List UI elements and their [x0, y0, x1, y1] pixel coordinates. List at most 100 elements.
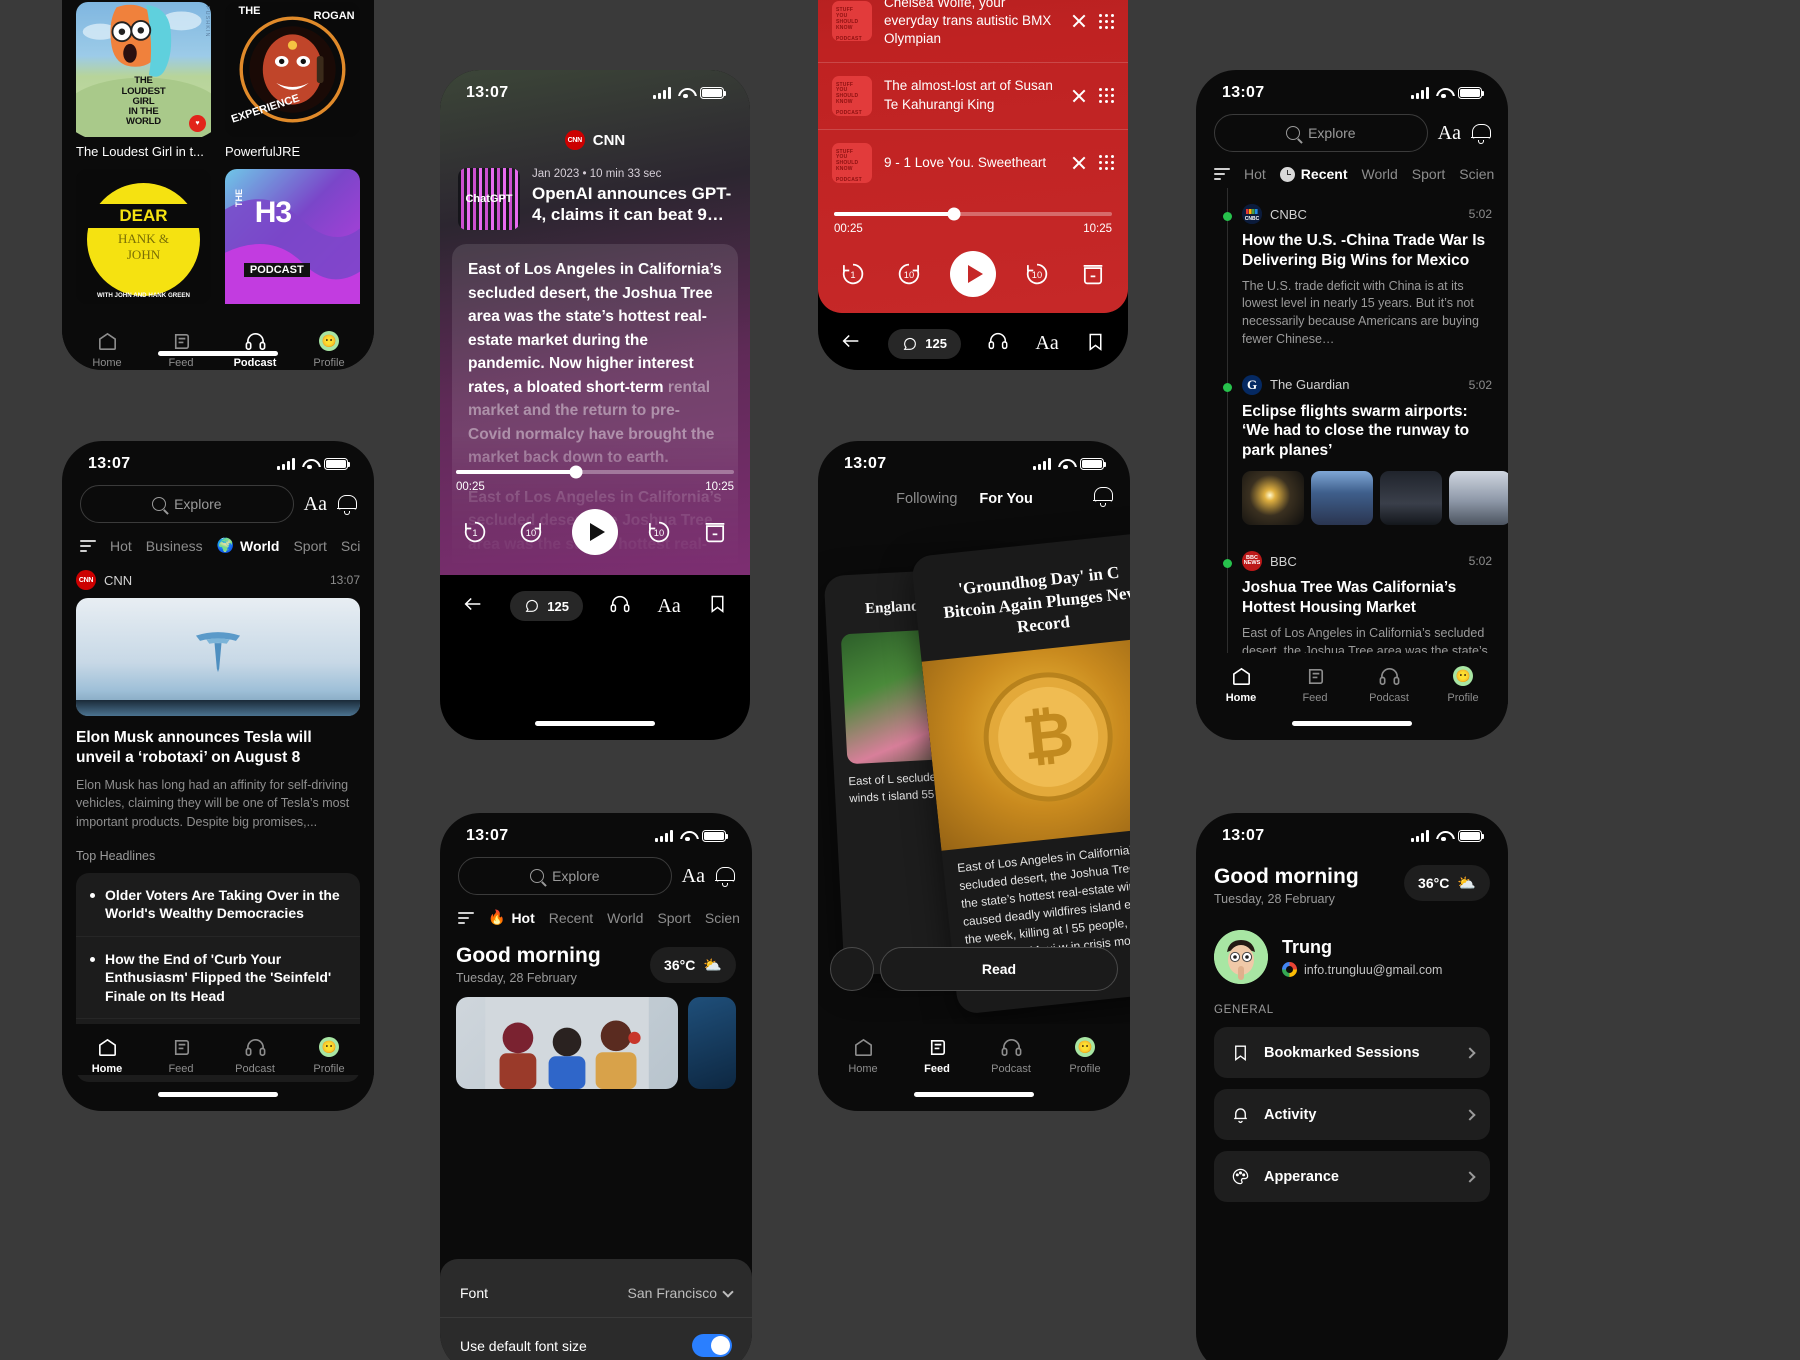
tab-science[interactable]: Scien: [705, 910, 740, 926]
rewind-10-icon[interactable]: 10: [894, 259, 924, 289]
bell-icon[interactable]: [1093, 486, 1113, 507]
tab-hot[interactable]: Hot: [511, 910, 534, 926]
tab-recent[interactable]: Recent: [549, 910, 593, 926]
tab-profile[interactable]: 😶 Profile: [1050, 1036, 1120, 1075]
queue-item[interactable]: STUFF YOU SHOULD KNOW PODCAST The almost-lo…: [818, 61, 1128, 129]
drag-handle-icon[interactable]: [1099, 88, 1114, 104]
settings-row-bookmarked-sessions[interactable]: Bookmarked Sessions: [1214, 1027, 1490, 1078]
podcast-card[interactable]: THE H3 PODCAST: [225, 169, 360, 304]
close-icon[interactable]: [1071, 155, 1087, 171]
replay-icon[interactable]: 1: [460, 517, 490, 547]
user-card[interactable]: Trung info.trungluu@gmail.com: [1196, 906, 1508, 984]
close-icon[interactable]: [1071, 88, 1087, 104]
tab-podcast[interactable]: Podcast: [220, 330, 290, 369]
drag-handle-icon[interactable]: [1099, 13, 1114, 29]
font-size-icon[interactable]: Aa: [1438, 122, 1461, 145]
back-arrow-icon[interactable]: [462, 593, 484, 620]
tab-podcast[interactable]: Podcast: [976, 1036, 1046, 1075]
news-thumbnail[interactable]: [1242, 471, 1304, 526]
tab-home[interactable]: Home: [828, 1036, 898, 1075]
comment-count-pill[interactable]: 125: [510, 591, 583, 621]
tab-for-you[interactable]: For You: [979, 491, 1032, 507]
podcast-card[interactable]: THE ROGAN EXPERIENCE PowerfulJRE: [225, 2, 360, 159]
font-size-icon[interactable]: Aa: [657, 595, 680, 618]
queue-item[interactable]: STUFF YOU SHOULD KNOW PODCAST 9 - 1 Love Yo…: [818, 128, 1128, 196]
tab-world[interactable]: World: [240, 538, 279, 554]
queue-item[interactable]: STUFF YOU SHOULD KNOW PODCAST Chelsea Wolfe…: [818, 0, 1128, 62]
tab-profile[interactable]: 😶 Profile: [294, 1036, 364, 1075]
forward-10-icon[interactable]: 10: [644, 517, 674, 547]
headline-row[interactable]: How the End of 'Curb Your Enthusiasm' Fl…: [76, 937, 360, 1019]
weather-pill[interactable]: 36°C ⛅: [1404, 865, 1490, 901]
podcast-card[interactable]: THE LOUDEST GIRL IN THE WORLD ♥ PUSHKIN The …: [76, 2, 211, 159]
tab-home[interactable]: Home: [72, 330, 142, 369]
weather-pill[interactable]: 36°C ⛅: [650, 946, 736, 983]
headphones-icon[interactable]: [609, 593, 631, 620]
news-thumbnail[interactable]: [1449, 471, 1508, 526]
tab-feed[interactable]: Feed: [1280, 665, 1350, 704]
bell-icon[interactable]: [337, 494, 357, 515]
story-card-image[interactable]: [688, 997, 736, 1089]
search-input[interactable]: Explore: [1214, 114, 1428, 152]
read-button[interactable]: Read: [880, 947, 1118, 991]
news-list-item[interactable]: G The Guardian 5:02 Eclipse flights swar…: [1196, 363, 1508, 539]
tab-feed[interactable]: Feed: [902, 1036, 972, 1075]
tab-recent[interactable]: Recent: [1301, 166, 1348, 182]
news-list-item[interactable]: CNBC CNBC 5:02 How the U.S.﻿ -China Trad…: [1196, 192, 1508, 363]
settings-row-appearance[interactable]: Apperance: [1214, 1151, 1490, 1202]
tab-profile[interactable]: 😶 Profile: [1428, 665, 1498, 704]
queue-icon[interactable]: [700, 517, 730, 547]
play-icon[interactable]: [950, 250, 996, 297]
seek-knob[interactable]: [947, 207, 961, 221]
bell-icon[interactable]: [715, 866, 735, 887]
font-size-icon[interactable]: Aa: [304, 493, 327, 516]
tab-sport[interactable]: Sport: [657, 910, 690, 926]
dismiss-button[interactable]: [830, 947, 874, 991]
comment-count-pill[interactable]: 125: [888, 328, 961, 359]
default-font-size-toggle[interactable]: [692, 1334, 732, 1357]
headphones-icon[interactable]: [987, 330, 1009, 357]
tab-hot[interactable]: Hot: [110, 538, 132, 554]
tab-home[interactable]: Home: [72, 1036, 142, 1075]
seek-bar[interactable]: [834, 207, 1112, 221]
sort-icon[interactable]: [80, 539, 96, 552]
play-icon[interactable]: [572, 509, 618, 555]
tab-feed[interactable]: Feed: [146, 330, 216, 369]
news-thumbnail[interactable]: [1311, 471, 1373, 526]
font-size-icon[interactable]: Aa: [682, 865, 705, 888]
tab-world[interactable]: World: [607, 910, 643, 926]
bell-icon[interactable]: [1471, 123, 1491, 144]
drag-handle-icon[interactable]: [1099, 155, 1114, 171]
tab-business[interactable]: Business: [146, 538, 203, 554]
search-input[interactable]: Explore: [80, 485, 294, 523]
close-icon[interactable]: [1071, 13, 1087, 29]
tab-sport[interactable]: Sport: [293, 538, 326, 554]
tab-following[interactable]: Following: [896, 491, 957, 507]
back-arrow-icon[interactable]: [840, 330, 862, 357]
tab-sport[interactable]: Sport: [1412, 166, 1445, 182]
podcast-card[interactable]: DEAR HANK & JOHN WITH JOHN AND HANK GREEN: [76, 169, 211, 304]
tab-science[interactable]: Sci: [341, 538, 360, 554]
font-row[interactable]: Font San Francisco: [440, 1269, 752, 1318]
tab-hot[interactable]: Hot: [1244, 166, 1266, 182]
queue-icon[interactable]: [1078, 259, 1108, 289]
story-card-image[interactable]: [456, 997, 678, 1089]
bookmark-icon[interactable]: [1085, 331, 1106, 357]
replay-icon[interactable]: 1: [838, 259, 868, 289]
tab-world[interactable]: World: [1361, 166, 1397, 182]
bookmark-icon[interactable]: [707, 593, 728, 619]
hero-article[interactable]: CNN CNN 13:07 Elon Musk announces Tesla …: [62, 554, 374, 1082]
search-input[interactable]: Explore: [458, 857, 672, 895]
seek-knob[interactable]: [569, 465, 583, 479]
tab-home[interactable]: Home: [1206, 665, 1276, 704]
font-size-icon[interactable]: Aa: [1035, 332, 1058, 355]
tab-profile[interactable]: 😶 Profile: [294, 330, 364, 369]
tab-science[interactable]: Scien: [1459, 166, 1494, 182]
news-thumbnail[interactable]: [1380, 471, 1442, 526]
seek-bar[interactable]: [456, 465, 734, 479]
sort-icon[interactable]: [1214, 168, 1230, 180]
rewind-10-icon[interactable]: 10: [516, 517, 546, 547]
settings-row-activity[interactable]: Activity: [1214, 1089, 1490, 1140]
tab-feed[interactable]: Feed: [146, 1036, 216, 1075]
headline-row[interactable]: Older Voters Are Taking Over in the Worl…: [76, 873, 360, 937]
